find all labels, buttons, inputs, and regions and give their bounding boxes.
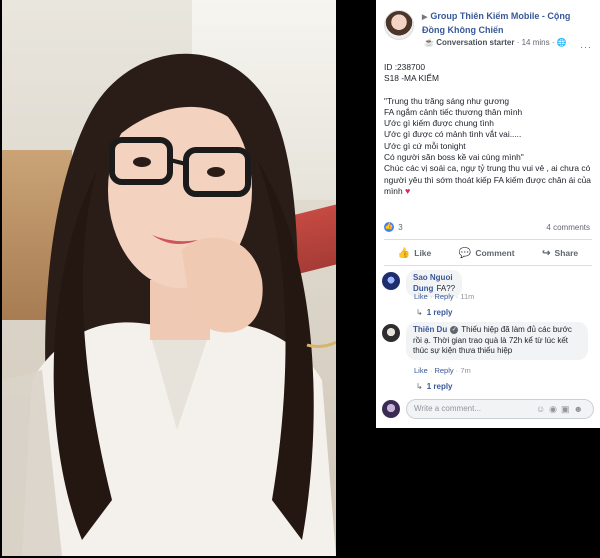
comment-icon: 💬 [458,247,472,259]
sticker-icon[interactable]: ☻ [574,404,587,414]
divider [384,265,592,266]
commenter-avatar[interactable] [382,272,400,290]
share-label: Share [554,248,579,258]
post-line-poem-1: "Trung thu trăng sáng như gương [384,95,510,106]
post-header: ▶ Group Thiên Kiếm Mobile - Cộng Đồng Khô… [384,10,594,52]
comment-input-placeholder: Write a comment... [414,404,481,413]
reaction-count[interactable]: 3 [398,223,402,232]
group-name-link[interactable]: ▶ Group Thiên Kiếm Mobile - Cộng Đồng Khô… [422,10,594,36]
post-panel: ▶ Group Thiên Kiếm Mobile - Cộng Đồng Khô… [376,0,600,428]
post-stats: 👍 3 4 comments [384,222,592,236]
comment-bubble: Thiên Du ✓ Thiếu hiệp đã làm đủ các bước r… [406,322,588,360]
comment-count[interactable]: 4 comments [546,223,590,232]
arrow-right-icon: ▶ [422,14,428,21]
post-line-server: S18 -MA KIẾM [384,73,439,84]
replies-count: 1 reply [426,382,453,391]
post-line-poem-5: Ước gì cứ mỗi tonight [384,140,466,151]
view-replies-link[interactable]: ↳ 1 reply [416,308,453,317]
commenter-name[interactable]: Thiên Du [413,325,447,334]
comment-input-icons: ☺◉▣☻ [536,400,587,418]
reply-arrow-icon: ↳ [416,382,423,391]
comment-meta: Like · Reply · 11m [414,292,475,301]
comment-like-link[interactable]: Like [414,366,428,375]
heart-icon: ♥ [404,185,411,196]
post-line-poem-4: Ước gì được có mảnh tình vắt vai..... [384,129,522,140]
share-button[interactable]: ↪ Share [542,248,578,259]
thumbs-up-icon: 👍 [397,247,411,259]
comment-input[interactable]: Write a comment... ☺◉▣☻ [406,399,594,419]
like-button[interactable]: 👍 Like [398,248,431,259]
comment-time[interactable]: 11m [460,292,474,301]
gif-icon[interactable]: ▣ [561,404,574,414]
conversation-starter-icon: ☕ [424,38,434,47]
photo-portrait [2,53,336,556]
like-reaction-icon[interactable]: 👍 [384,222,394,232]
more-options-button[interactable]: ··· [580,42,592,52]
conversation-starter-badge: Conversation starter [436,38,515,47]
verified-check-icon: ✓ [450,326,459,334]
globe-icon: 🌐 [556,38,567,47]
screenshot-frame: ▶ Group Thiên Kiếm Mobile - Cộng Đồng Khô… [0,0,600,558]
post-photo[interactable] [2,0,336,556]
post-time[interactable]: 14 mins [522,38,550,47]
post-actions: 👍 Like 💬 Comment ↪ Share [384,244,592,262]
group-name[interactable]: Group Thiên Kiếm Mobile - Cộng Đồng Khôn… [422,11,570,35]
post-meta: ☕ Conversation starter · 14 mins · 🌐 [424,38,567,47]
comment-reply-link[interactable]: Reply [434,366,453,375]
view-replies-link[interactable]: ↳ 1 reply [416,382,453,391]
write-comment-row: Write a comment... ☺◉▣☻ [382,398,594,420]
comment-button[interactable]: 💬 Comment [459,248,515,259]
camera-icon[interactable]: ◉ [549,404,561,414]
post-text: ID :238700 S18 -MA KIẾM "Trung thu trăng… [384,62,594,197]
share-icon: ↪ [542,247,551,259]
post-line-wishes: Chúc các vị soái ca, ngự tỷ trung thu vu… [384,163,594,197]
divider [384,239,592,240]
commenter-avatar[interactable] [382,324,400,342]
comment-meta: Like · Reply · 7m [414,366,471,375]
post-line-poem-3: Ước gì kiếm được chung tình [384,118,494,129]
reply-arrow-icon: ↳ [416,308,423,317]
post-line-id: ID :238700 [384,62,425,72]
emoji-icon[interactable]: ☺ [536,404,549,414]
like-label: Like [414,248,432,258]
comment-time[interactable]: 7m [460,366,470,375]
post-line-poem-6: Có người săn boss kề vai cùng mình" [384,152,524,163]
current-user-avatar [382,400,400,418]
comment-like-link[interactable]: Like [414,292,428,301]
replies-count: 1 reply [426,308,453,317]
comment-label: Comment [475,248,515,258]
post-wishes-text: Chúc các vị soái ca, ngự tỷ trung thu vu… [384,163,591,196]
comment-reply-link[interactable]: Reply [434,292,453,301]
post-line-poem-2: FA ngắm cảnh tiếc thương thân mình [384,106,523,117]
poster-avatar[interactable] [384,10,414,40]
